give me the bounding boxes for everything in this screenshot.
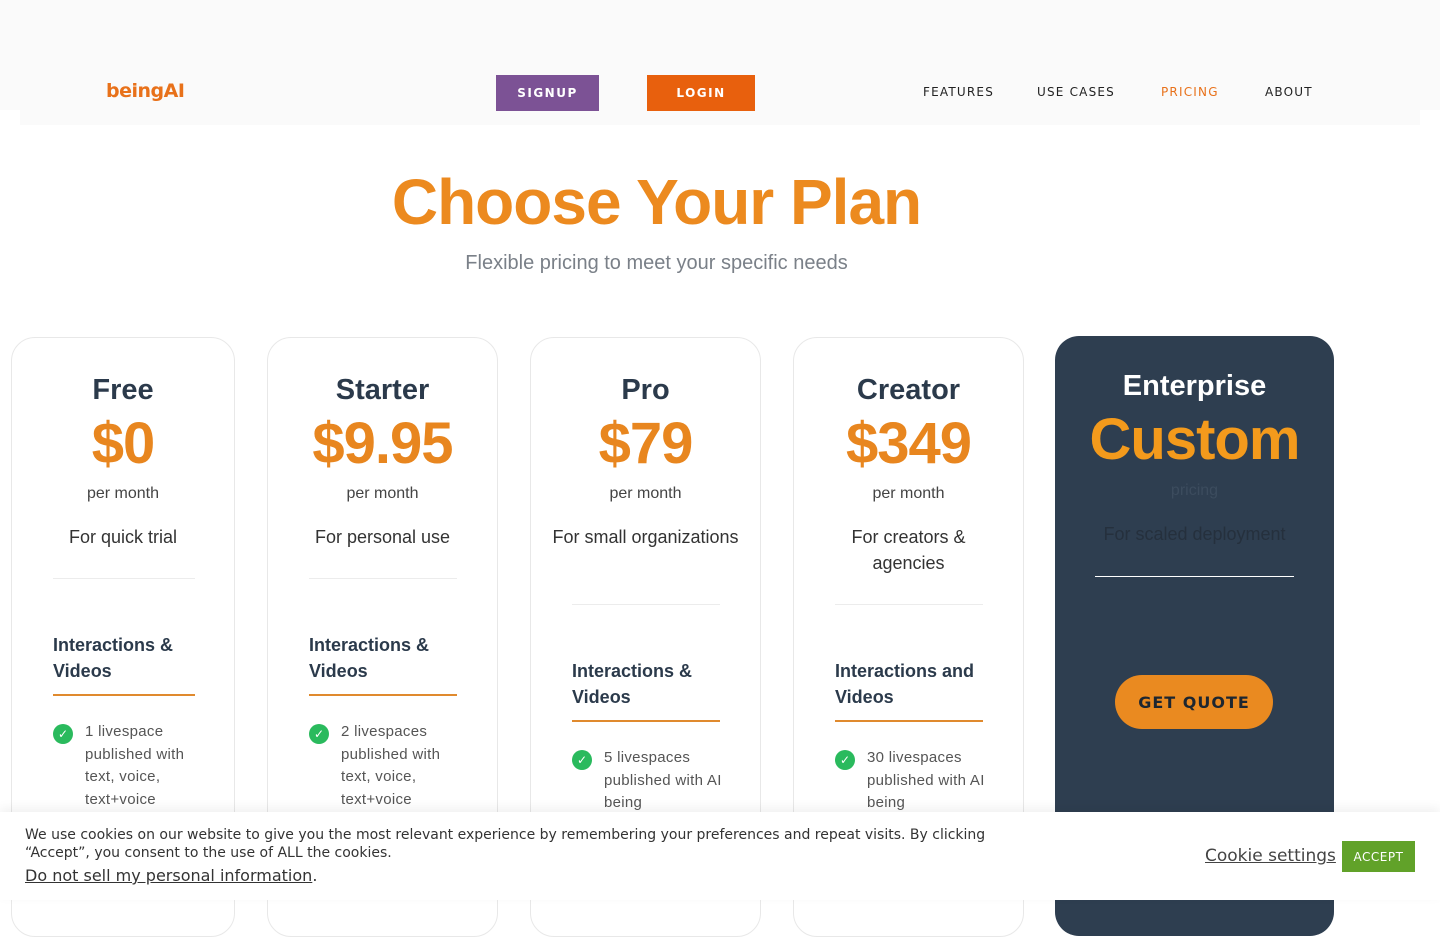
do-not-sell-link[interactable]: Do not sell my personal information bbox=[25, 866, 312, 885]
page-title: Choose Your Plan bbox=[391, 166, 922, 238]
plan-name: Free bbox=[92, 374, 154, 406]
plan-divider bbox=[53, 578, 195, 579]
page-subtitle: Flexible pricing to meet your specific n… bbox=[465, 252, 848, 274]
plan-period: pricing bbox=[1170, 482, 1219, 499]
feature-item: 2 livespaces published with text, voice,… bbox=[341, 723, 441, 808]
plan-divider bbox=[309, 578, 457, 579]
feature-heading: Interactions and Videos bbox=[835, 658, 983, 722]
plan-period: per month bbox=[872, 485, 945, 502]
nav-features[interactable]: FEATURES bbox=[923, 85, 994, 99]
plan-period: per month bbox=[609, 485, 682, 502]
plan-description: For creators & agencies bbox=[851, 527, 966, 573]
get-quote-button[interactable]: GET QUOTE bbox=[1115, 675, 1273, 729]
plan-price: $79 bbox=[598, 411, 694, 476]
feature-heading: Interactions & Videos bbox=[572, 658, 720, 722]
cookie-optout: Do not sell my personal information. bbox=[25, 866, 317, 885]
brand-logo[interactable]: beingAI bbox=[106, 80, 185, 102]
plan-description: For quick trial bbox=[68, 527, 178, 547]
cookie-message: We use cookies on our website to give yo… bbox=[25, 827, 986, 861]
login-button[interactable]: LOGIN bbox=[647, 75, 755, 111]
check-icon: ✓ bbox=[572, 750, 592, 770]
header-shadow bbox=[20, 110, 1420, 125]
feature-item: 5 livespaces published with AI being bbox=[604, 749, 722, 811]
nav-use-cases[interactable]: USE CASES bbox=[1037, 85, 1115, 99]
check-icon: ✓ bbox=[309, 724, 329, 744]
plan-price: $9.95 bbox=[312, 411, 453, 476]
feature-item: 1 livespace published with text, voice, … bbox=[85, 723, 185, 808]
accept-cookies-button[interactable]: ACCEPT bbox=[1342, 841, 1415, 872]
cookie-banner: We use cookies on our website to give yo… bbox=[0, 812, 1440, 900]
plan-name: Starter bbox=[335, 374, 430, 406]
plan-price: Custom bbox=[1089, 407, 1301, 472]
plan-divider bbox=[835, 604, 983, 605]
plan-description: For personal use bbox=[314, 527, 451, 547]
signup-button[interactable]: SIGNUP bbox=[496, 75, 599, 111]
plan-name: Enterprise bbox=[1122, 370, 1267, 402]
plan-description: For scaled deployment bbox=[1103, 524, 1286, 544]
check-icon: ✓ bbox=[53, 724, 73, 744]
plan-divider bbox=[572, 604, 720, 605]
plan-price: $0 bbox=[91, 411, 156, 476]
plan-name: Pro bbox=[621, 374, 670, 406]
cookie-link-suffix: . bbox=[312, 866, 318, 885]
cookie-settings-link[interactable]: Cookie settings bbox=[1205, 846, 1336, 866]
nav-about[interactable]: ABOUT bbox=[1265, 85, 1313, 99]
nav-pricing[interactable]: PRICING bbox=[1161, 85, 1219, 99]
plan-description: For small organizations bbox=[552, 527, 739, 547]
feature-item: 30 livespaces published with AI being bbox=[867, 749, 985, 811]
plan-period: per month bbox=[86, 485, 160, 502]
feature-heading: Interactions & Videos bbox=[53, 632, 195, 696]
plan-divider bbox=[1095, 576, 1294, 577]
feature-heading: Interactions & Videos bbox=[309, 632, 457, 696]
plan-period: per month bbox=[346, 485, 419, 502]
plan-name: Creator bbox=[856, 374, 961, 406]
check-icon: ✓ bbox=[835, 750, 855, 770]
plan-price: $349 bbox=[845, 411, 972, 476]
